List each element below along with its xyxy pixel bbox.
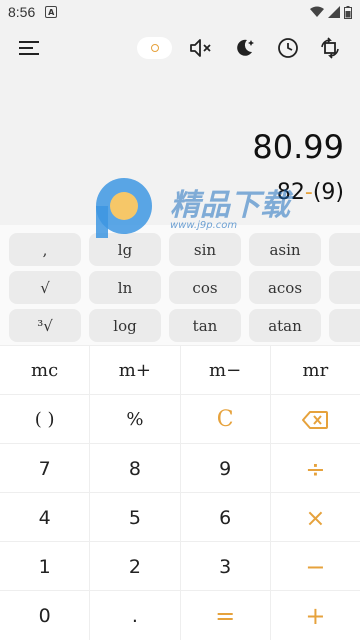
key-5[interactable]: 5	[90, 493, 181, 542]
key-0[interactable]: 0	[0, 591, 91, 640]
memory-row: mc m+ m− mr	[0, 345, 360, 395]
key-equals[interactable]: =	[181, 591, 271, 640]
key-6[interactable]: 6	[181, 493, 271, 542]
status-right	[310, 5, 352, 19]
keypad: mc m+ m− mr ( ) % C 7 8 9 ÷ 4 5 6 × 1 2	[0, 345, 360, 640]
scientific-keys: , lg sin asin √ ln cos acos ³√ log tan a…	[0, 225, 360, 345]
key-sqrt[interactable]: √	[9, 271, 81, 304]
key-mr[interactable]: mr	[271, 346, 360, 395]
sound-off-icon[interactable]	[183, 30, 219, 66]
key-log[interactable]: log	[89, 309, 161, 342]
key-cos[interactable]: cos	[169, 271, 241, 304]
key-partial[interactable]	[329, 309, 360, 342]
key-cbrt[interactable]: ³√	[9, 309, 81, 342]
key-asin[interactable]: asin	[249, 233, 321, 266]
digit-row-789: 7 8 9 ÷	[0, 443, 360, 493]
expression: 82-(9)	[277, 180, 344, 205]
function-row: ( ) % C	[0, 394, 360, 444]
key-divide[interactable]: ÷	[271, 444, 360, 493]
expr-left: 82	[276, 180, 305, 205]
signal-icon	[328, 6, 340, 18]
key-2[interactable]: 2	[90, 542, 181, 591]
expr-operator: -	[304, 180, 313, 205]
notification-icon: A	[45, 6, 58, 18]
key-decimal[interactable]: .	[90, 591, 181, 640]
toolbar	[0, 30, 360, 66]
status-time: 8:56	[8, 4, 36, 20]
key-ln[interactable]: ln	[89, 271, 161, 304]
digit-row-123: 1 2 3 −	[0, 541, 360, 591]
key-partial[interactable]	[329, 271, 360, 304]
menu-icon[interactable]	[11, 30, 47, 66]
key-percent[interactable]: %	[90, 395, 181, 444]
key-7[interactable]: 7	[0, 444, 91, 493]
battery-icon	[344, 5, 352, 19]
key-atan[interactable]: atan	[249, 309, 321, 342]
wifi-icon	[310, 6, 324, 17]
key-4[interactable]: 4	[0, 493, 91, 542]
mode-toggle[interactable]	[137, 37, 172, 59]
digit-row-456: 4 5 6 ×	[0, 492, 360, 542]
key-8[interactable]: 8	[90, 444, 181, 493]
digit-row-0: 0 . = +	[0, 590, 360, 640]
history-clock-icon[interactable]	[270, 30, 306, 66]
key-mc[interactable]: mc	[0, 346, 91, 395]
rotate-icon[interactable]	[312, 30, 348, 66]
key-3[interactable]: 3	[181, 542, 271, 591]
key-clear[interactable]: C	[181, 395, 271, 444]
key-partial[interactable]	[329, 233, 360, 266]
key-m-minus[interactable]: m−	[181, 346, 271, 395]
display-area: 80.99 82-(9)	[0, 70, 360, 225]
result-value: 80.99	[252, 128, 344, 166]
key-1[interactable]: 1	[0, 542, 91, 591]
key-subtract[interactable]: −	[271, 542, 360, 591]
key-sin[interactable]: sin	[169, 233, 241, 266]
key-parentheses[interactable]: ( )	[0, 395, 91, 444]
night-mode-icon[interactable]	[226, 30, 262, 66]
key-multiply[interactable]: ×	[271, 493, 360, 542]
key-9[interactable]: 9	[181, 444, 271, 493]
expr-right: (9)	[312, 180, 344, 205]
key-acos[interactable]: acos	[249, 271, 321, 304]
key-m-plus[interactable]: m+	[90, 346, 181, 395]
status-bar: 8:56 A	[0, 0, 360, 24]
key-add[interactable]: +	[271, 591, 360, 640]
backspace-icon[interactable]	[271, 395, 360, 444]
key-tan[interactable]: tan	[169, 309, 241, 342]
calculator-app: 8:56 A 80.99 82-(9) , lg sin asin √ ln c…	[0, 0, 360, 640]
key-lg[interactable]: lg	[89, 233, 161, 266]
key-comma[interactable]: ,	[9, 233, 81, 266]
mode-dot-icon	[150, 44, 159, 52]
